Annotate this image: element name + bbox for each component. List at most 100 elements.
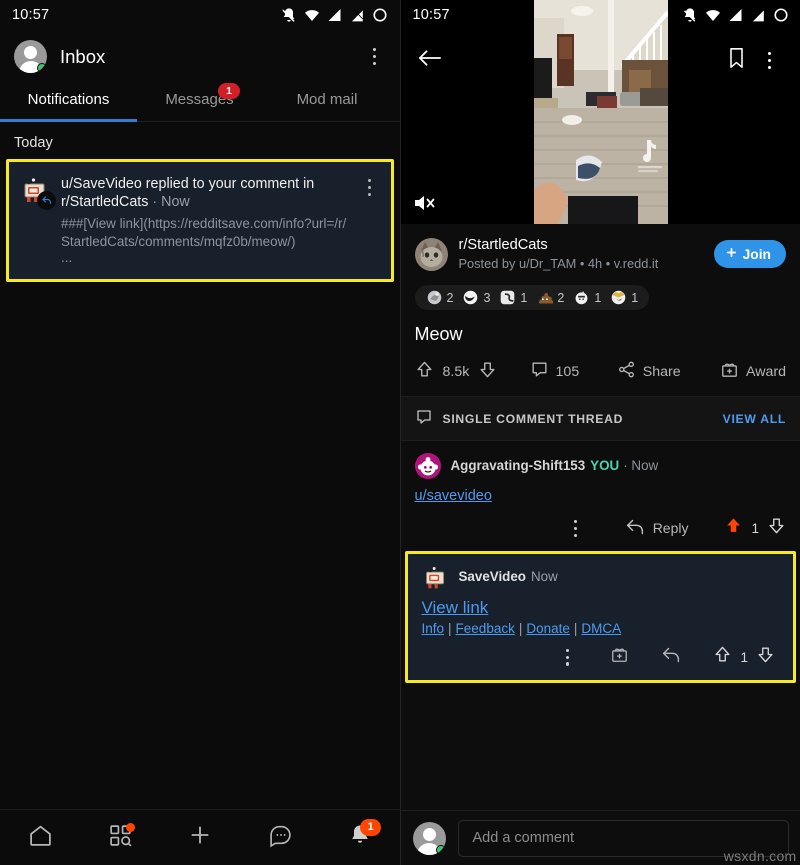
tab-mod-mail[interactable]: Mod mail — [262, 81, 392, 121]
award-item: 2 — [426, 289, 453, 306]
section-header-today: Today — [14, 135, 53, 151]
upvote-icon[interactable] — [713, 645, 732, 669]
post-comments-button[interactable]: 105 — [530, 360, 579, 383]
tab-notifications[interactable]: Notifications — [0, 81, 137, 121]
user-avatar[interactable] — [14, 40, 47, 73]
award-count: 2 — [557, 290, 565, 305]
add-comment-placeholder: Add a comment — [472, 830, 575, 846]
mute-icon[interactable] — [413, 190, 439, 216]
svg-text:x: x — [755, 9, 758, 14]
bell-off-icon — [682, 7, 698, 23]
notification-item[interactable]: u/SaveVideo replied to your comment in r… — [9, 162, 391, 279]
reply-label: Reply — [652, 520, 689, 537]
donate-link[interactable]: Donate — [526, 621, 570, 636]
notification-preview: ###[View link](https://redditsave.com/in… — [61, 216, 347, 249]
comment-kebab-menu-icon[interactable] — [565, 516, 587, 541]
view-link[interactable]: View link — [422, 598, 489, 618]
back-arrow-icon[interactable] — [417, 48, 442, 73]
bookmark-icon[interactable] — [728, 47, 745, 74]
award-count: 1 — [594, 290, 602, 305]
bot-reply-kebab-menu-icon[interactable] — [556, 645, 578, 670]
chat-bubble-icon — [268, 823, 293, 853]
tab-messages[interactable]: Messages 1 — [137, 81, 262, 121]
comment-reply-button[interactable]: Reply — [625, 518, 689, 539]
nav-create[interactable] — [160, 810, 240, 865]
post-video[interactable]: 10:57 x — [400, 0, 800, 224]
thread-label: SINGLE COMMENT THREAD — [442, 411, 624, 426]
post-awards[interactable]: 2 3 1 2 1 1 — [414, 285, 650, 310]
active-tab-underline — [0, 119, 137, 122]
post-kebab-menu-icon[interactable] — [759, 48, 781, 73]
post-share-button[interactable]: Share — [617, 360, 681, 383]
kebab-menu-icon[interactable] — [364, 44, 386, 69]
messages-badge: 1 — [218, 83, 240, 99]
user-avatar[interactable] — [412, 821, 446, 855]
bot-reply-header: SaveVideo Now — [422, 564, 784, 591]
dmca-link[interactable]: DMCA — [581, 621, 621, 636]
post-action-bar: 8.5k 105 Share Award — [401, 347, 800, 396]
subreddit-avatar[interactable] — [414, 237, 448, 271]
post-award-label: Award — [746, 363, 786, 380]
right-panel-post: 10:57 x r/StartledCats Posted by u/Dr_TA… — [399, 0, 800, 865]
notification-title: u/SaveVideo replied to your comment in r… — [61, 175, 348, 211]
savevideo-bot-avatar[interactable] — [422, 564, 449, 591]
bot-reply-score: 1 — [740, 649, 748, 665]
single-comment-thread-bar: SINGLE COMMENT THREAD VIEW ALL — [400, 396, 800, 441]
tab-label: Notifications — [27, 91, 110, 108]
inbox-tabs: Notifications Messages 1 Mod mail — [0, 81, 400, 122]
comment-link[interactable]: u/savevideo — [415, 488, 492, 504]
wifi-icon — [304, 8, 320, 22]
award-item: 1 — [499, 289, 527, 306]
award-item: 3 — [462, 289, 490, 306]
bot-reply-footer-links: Info | Feedback | Donate | DMCA — [422, 621, 784, 636]
signal-icon — [327, 8, 342, 22]
downvote-icon[interactable] — [756, 645, 775, 669]
dual-screenshot: 10:57 x Inbox Notifications Messages 1 M… — [0, 0, 800, 865]
status-time: 10:57 — [12, 7, 50, 23]
post-award-button[interactable]: Award — [720, 360, 786, 383]
downvote-icon[interactable] — [478, 360, 497, 383]
snoo-avatar[interactable] — [414, 453, 441, 479]
reply-arrow-icon[interactable] — [661, 646, 681, 669]
post-top-bar: 10:57 x — [401, 0, 800, 88]
battery-icon — [372, 7, 388, 23]
nav-chat[interactable] — [240, 810, 320, 865]
downvote-icon[interactable] — [767, 516, 786, 540]
nav-inbox[interactable]: 1 — [320, 810, 400, 865]
award-item: 1 — [573, 289, 601, 306]
join-button[interactable]: Join — [713, 240, 786, 268]
link-separator: | — [448, 620, 452, 636]
tab-label: Mod mail — [296, 91, 358, 108]
discover-dot-badge — [125, 823, 135, 832]
award-gift-icon[interactable] — [610, 645, 629, 669]
status-bar-right: 10:57 x — [401, 0, 800, 30]
view-all-link[interactable]: VIEW ALL — [723, 412, 786, 426]
award-item: 2 — [536, 289, 564, 306]
award-count: 1 — [631, 290, 639, 305]
plus-icon — [187, 822, 213, 853]
feedback-link[interactable]: Feedback — [456, 621, 515, 636]
online-dot — [435, 844, 446, 855]
plus-icon — [725, 246, 738, 262]
notification-time: Now — [161, 194, 190, 210]
comment-meta: · Now — [623, 458, 659, 473]
link-separator: | — [573, 620, 578, 636]
snek-award-icon — [501, 290, 515, 305]
comment-icon — [530, 360, 549, 383]
upvote-icon[interactable] — [724, 516, 743, 540]
status-time: 10:57 — [412, 7, 450, 23]
nav-home[interactable] — [0, 810, 80, 865]
award-count: 1 — [520, 290, 528, 305]
nav-discover[interactable] — [80, 810, 160, 865]
post-title: Meow — [414, 324, 463, 344]
online-dot — [37, 63, 47, 73]
notification-meta: · Now — [152, 194, 190, 210]
award-gift-icon — [720, 360, 739, 383]
comment-author-line: Aggravating-Shift153 YOU · Now — [451, 457, 659, 475]
comment-action-bar: Reply 1 — [401, 507, 800, 551]
subreddit-name[interactable]: r/StartledCats — [459, 236, 703, 254]
upvote-icon[interactable] — [415, 360, 434, 383]
notification-kebab-menu-icon[interactable] — [359, 175, 381, 265]
info-link[interactable]: Info — [422, 621, 445, 636]
inbox-badge: 1 — [360, 819, 381, 836]
